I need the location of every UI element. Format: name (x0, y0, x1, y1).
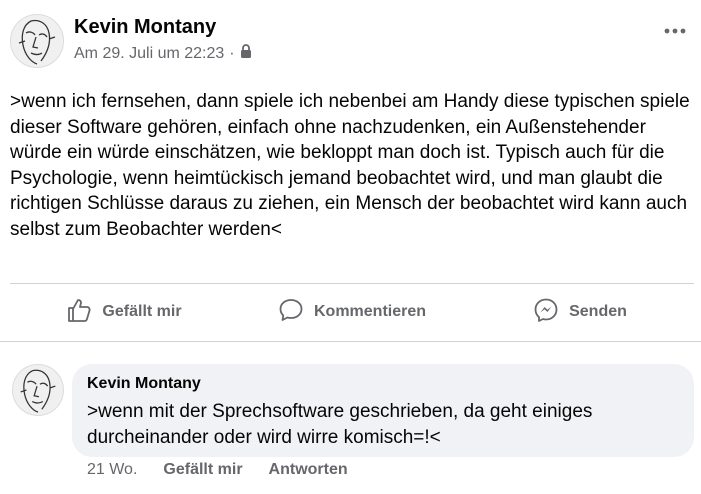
comment-avatar[interactable] (12, 364, 64, 416)
comment-age[interactable]: 21 Wo. (87, 461, 137, 479)
more-options-icon[interactable] (664, 14, 686, 40)
comment-like-button[interactable]: Gefällt mir (163, 461, 242, 479)
comment-label: Kommentieren (313, 303, 427, 320)
comment-meta: 21 Wo. Gefällt mir Antworten (87, 461, 348, 479)
post-meta: Am 29. Juli um 22:23 · (74, 44, 252, 63)
sketch-face-icon (20, 369, 56, 413)
comment-reply-button[interactable]: Antworten (269, 461, 348, 479)
send-button[interactable]: Senden (466, 288, 694, 336)
author-avatar[interactable] (10, 14, 64, 68)
divider (10, 283, 694, 284)
like-label: Gefällt mir (102, 303, 182, 320)
lock-icon[interactable] (240, 44, 252, 63)
post-text: >wenn ich fernsehen, dann spiele ich neb… (10, 91, 690, 240)
post-timestamp[interactable]: Am 29. Juli um 22:23 (74, 45, 224, 63)
sketch-face-icon (18, 19, 56, 65)
post-author-name[interactable]: Kevin Montany (74, 16, 216, 39)
post-header: Kevin Montany Am 29. Juli um 22:23 · (10, 14, 690, 70)
comment-bubble: Kevin Montany >wenn mit der Sprechsoftwa… (72, 364, 694, 457)
like-button[interactable]: Gefällt mir (10, 288, 238, 336)
comment-text: >wenn mit der Sprechsoftware geschrieben… (87, 401, 593, 448)
send-label: Senden (569, 303, 627, 320)
thumbs-up-icon (66, 297, 92, 328)
comment-icon (278, 297, 304, 328)
post-actions: Gefällt mir Kommentieren Senden (10, 288, 694, 336)
comment-author-name[interactable]: Kevin Montany (87, 375, 201, 393)
messenger-icon (533, 297, 559, 328)
divider (0, 341, 701, 342)
meta-separator: · (229, 44, 235, 62)
comment-button[interactable]: Kommentieren (238, 288, 466, 336)
